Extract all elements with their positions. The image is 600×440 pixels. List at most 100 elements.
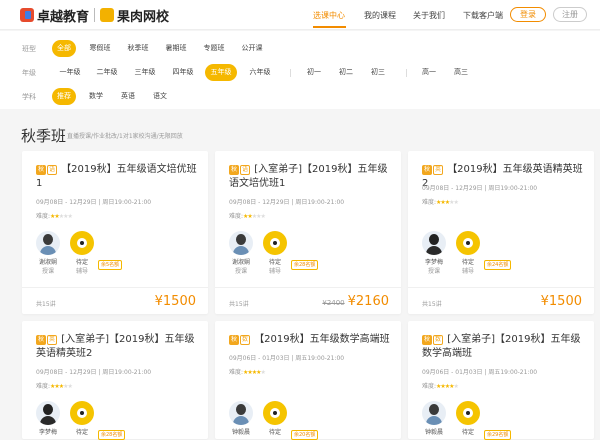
tutor-avatar xyxy=(456,401,480,425)
logo-text-zhuoyue: 卓越教育 xyxy=(37,9,90,25)
nav-about-us[interactable]: 关于我们 xyxy=(413,10,445,21)
tutor-role: 辅导 xyxy=(461,268,474,275)
filter-option-autumn[interactable]: 秋季班 xyxy=(124,40,152,57)
teacher-name: 钟毅晨 xyxy=(424,429,443,436)
difficulty-stars-icon: ★★★★★ xyxy=(243,369,266,376)
filter-option-grade-4[interactable]: 四年级 xyxy=(169,64,197,81)
teacher-profile[interactable]: 李梦梅 授课 xyxy=(418,231,450,275)
filter-option-grade-2[interactable]: 二年级 xyxy=(93,64,121,81)
teacher-name: 谢淑娴 xyxy=(231,259,250,266)
course-schedule: 09月08日 - 12月29日 | 周日19:00-21:00 xyxy=(36,199,152,206)
course-card[interactable]: 秋数 【2019秋】五年级数学高端班 09月06日 - 01月03日 | 周五1… xyxy=(215,321,401,440)
tutor-profile[interactable]: 待定 辅导 xyxy=(259,231,291,275)
logo[interactable]: 卓越教育 果肉网校 xyxy=(20,6,170,25)
course-card[interactable]: 秋语 [入室弟子]【2019秋】五年级语文培优班1 09月08日 - 12月29… xyxy=(215,151,401,314)
teacher-profile[interactable]: 谢淑娴 授课 xyxy=(32,231,64,275)
course-title-text: 【2019秋】五年级数学高端班 xyxy=(254,334,390,345)
teacher-avatar xyxy=(422,401,446,425)
tutor-profile[interactable]: 待定 辅导 xyxy=(66,231,98,275)
teacher-avatar xyxy=(229,401,253,425)
course-difficulty: 难度:★★★★★ xyxy=(422,197,459,206)
course-title: 秋语 [入室弟子]【2019秋】五年级语文培优班1 xyxy=(229,163,394,191)
season-tag: 秋 xyxy=(229,335,239,345)
season-tag: 秋 xyxy=(36,335,46,345)
teacher-role: 授课 xyxy=(427,268,440,275)
tutor-profile[interactable]: 待定 xyxy=(66,401,98,436)
lesson-count: 共15讲 xyxy=(36,301,56,308)
filter-option-grade-1[interactable]: 一年级 xyxy=(56,64,84,81)
course-difficulty: 难度:★★★★★ xyxy=(422,381,459,390)
course-price: ¥1500 xyxy=(152,294,196,309)
difficulty-stars-icon: ★★★★★ xyxy=(436,199,459,206)
register-button[interactable]: 注册 xyxy=(553,7,587,22)
lesson-count: 共15讲 xyxy=(229,301,249,308)
tutor-profile[interactable]: 待定 辅导 xyxy=(452,231,484,275)
teacher-avatar xyxy=(229,231,253,255)
course-title: 秋英 [入室弟子]【2019秋】五年级英语精英班2 xyxy=(36,333,201,361)
difficulty-stars-icon: ★★★★★ xyxy=(243,213,266,220)
filter-label-subject: 学科 xyxy=(22,93,36,101)
difficulty-label: 难度: xyxy=(229,369,244,376)
subject-tag: 语 xyxy=(240,165,250,175)
filter-option-english[interactable]: 英语 xyxy=(118,88,138,105)
course-title: 秋数 [入室弟子]【2019秋】五年级数学高端班 xyxy=(422,333,587,361)
season-tag: 秋 xyxy=(422,165,432,175)
filter-option-chinese[interactable]: 语文 xyxy=(150,88,170,105)
subject-tag: 英 xyxy=(433,165,443,175)
filter-option-topic[interactable]: 专题班 xyxy=(200,40,228,57)
seats-badge: 余24名额 xyxy=(484,260,512,270)
filter-option-junior-3[interactable]: 初三 xyxy=(367,64,389,81)
season-tag: 秋 xyxy=(422,335,432,345)
filter-option-grade-6[interactable]: 六年级 xyxy=(246,64,274,81)
logo-text-guorou: 果肉网校 xyxy=(117,9,170,25)
filter-option-summer[interactable]: 暑期班 xyxy=(162,40,190,57)
nav-my-courses[interactable]: 我的课程 xyxy=(364,10,396,21)
filter-option-junior-2[interactable]: 初二 xyxy=(335,64,357,81)
teacher-profile[interactable]: 李梦梅 xyxy=(32,401,64,436)
difficulty-stars-icon: ★★★★★ xyxy=(50,213,73,220)
filter-option-winter[interactable]: 寒假班 xyxy=(86,40,114,57)
course-card[interactable]: 秋英 【2019秋】五年级英语精英班2 09月08日 - 12月29日 | 周日… xyxy=(408,151,594,314)
filter-option-senior-1[interactable]: 高一 xyxy=(418,64,440,81)
filter-option-math[interactable]: 数学 xyxy=(86,88,106,105)
teacher-role: 授课 xyxy=(41,268,54,275)
course-card[interactable]: 秋语 【2019秋】五年级语文培优班1 09月08日 - 12月29日 | 周日… xyxy=(22,151,208,314)
filter-option-all[interactable]: 全部 xyxy=(52,40,76,57)
tutor-avatar xyxy=(70,401,94,425)
teacher-profile[interactable]: 钟毅晨 xyxy=(418,401,450,436)
tutor-profile[interactable]: 待定 xyxy=(452,401,484,436)
tutor-name: 待定 xyxy=(75,259,88,266)
filter-row-class-type: 班型 全部 寒假班 秋季班 暑期班 专题班 公开课 xyxy=(0,40,600,58)
course-schedule: 09月08日 - 12月29日 | 周日19:00-21:00 xyxy=(229,199,345,206)
difficulty-label: 难度: xyxy=(422,199,437,206)
tutor-profile[interactable]: 待定 xyxy=(259,401,291,436)
course-title-text: [入室弟子]【2019秋】五年级英语精英班2 xyxy=(36,334,195,359)
subject-tag: 数 xyxy=(433,335,443,345)
course-title-text: [入室弟子]【2019秋】五年级语文培优班1 xyxy=(229,164,388,189)
filter-option-senior-3[interactable]: 高三 xyxy=(450,64,472,81)
teacher-avatar xyxy=(36,401,60,425)
teacher-profile[interactable]: 谢淑娴 授课 xyxy=(225,231,257,275)
course-card[interactable]: 秋数 [入室弟子]【2019秋】五年级数学高端班 09月06日 - 01月03日… xyxy=(408,321,594,440)
filter-option-grade-3[interactable]: 三年级 xyxy=(131,64,159,81)
tutor-name: 待定 xyxy=(461,429,474,436)
filter-option-grade-5[interactable]: 五年级 xyxy=(205,64,237,81)
season-tag: 秋 xyxy=(36,165,46,175)
nav-course-center[interactable]: 选课中心 xyxy=(313,10,345,21)
subject-tag: 语 xyxy=(47,165,57,175)
course-title-text: 【2019秋】五年级语文培优班1 xyxy=(36,164,197,189)
teacher-avatar xyxy=(36,231,60,255)
tutor-avatar xyxy=(70,231,94,255)
tutor-avatar xyxy=(263,401,287,425)
login-button[interactable]: 登录 xyxy=(510,7,546,22)
filter-option-recommend[interactable]: 推荐 xyxy=(52,88,76,105)
filter-panel: 班型 全部 寒假班 秋季班 暑期班 专题班 公开课 年级 一年级 二年级 三年级… xyxy=(0,31,600,109)
original-price: ¥2400 xyxy=(322,299,345,307)
course-card[interactable]: 秋英 [入室弟子]【2019秋】五年级英语精英班2 09月08日 - 12月29… xyxy=(22,321,208,440)
teacher-profile[interactable]: 钟毅晨 xyxy=(225,401,257,436)
filter-option-junior-1[interactable]: 初一 xyxy=(303,64,325,81)
teacher-name: 谢淑娴 xyxy=(38,259,57,266)
section-title: 秋季班 xyxy=(21,127,67,145)
nav-download-client[interactable]: 下载客户端 xyxy=(463,10,503,21)
filter-option-open[interactable]: 公开课 xyxy=(238,40,266,57)
